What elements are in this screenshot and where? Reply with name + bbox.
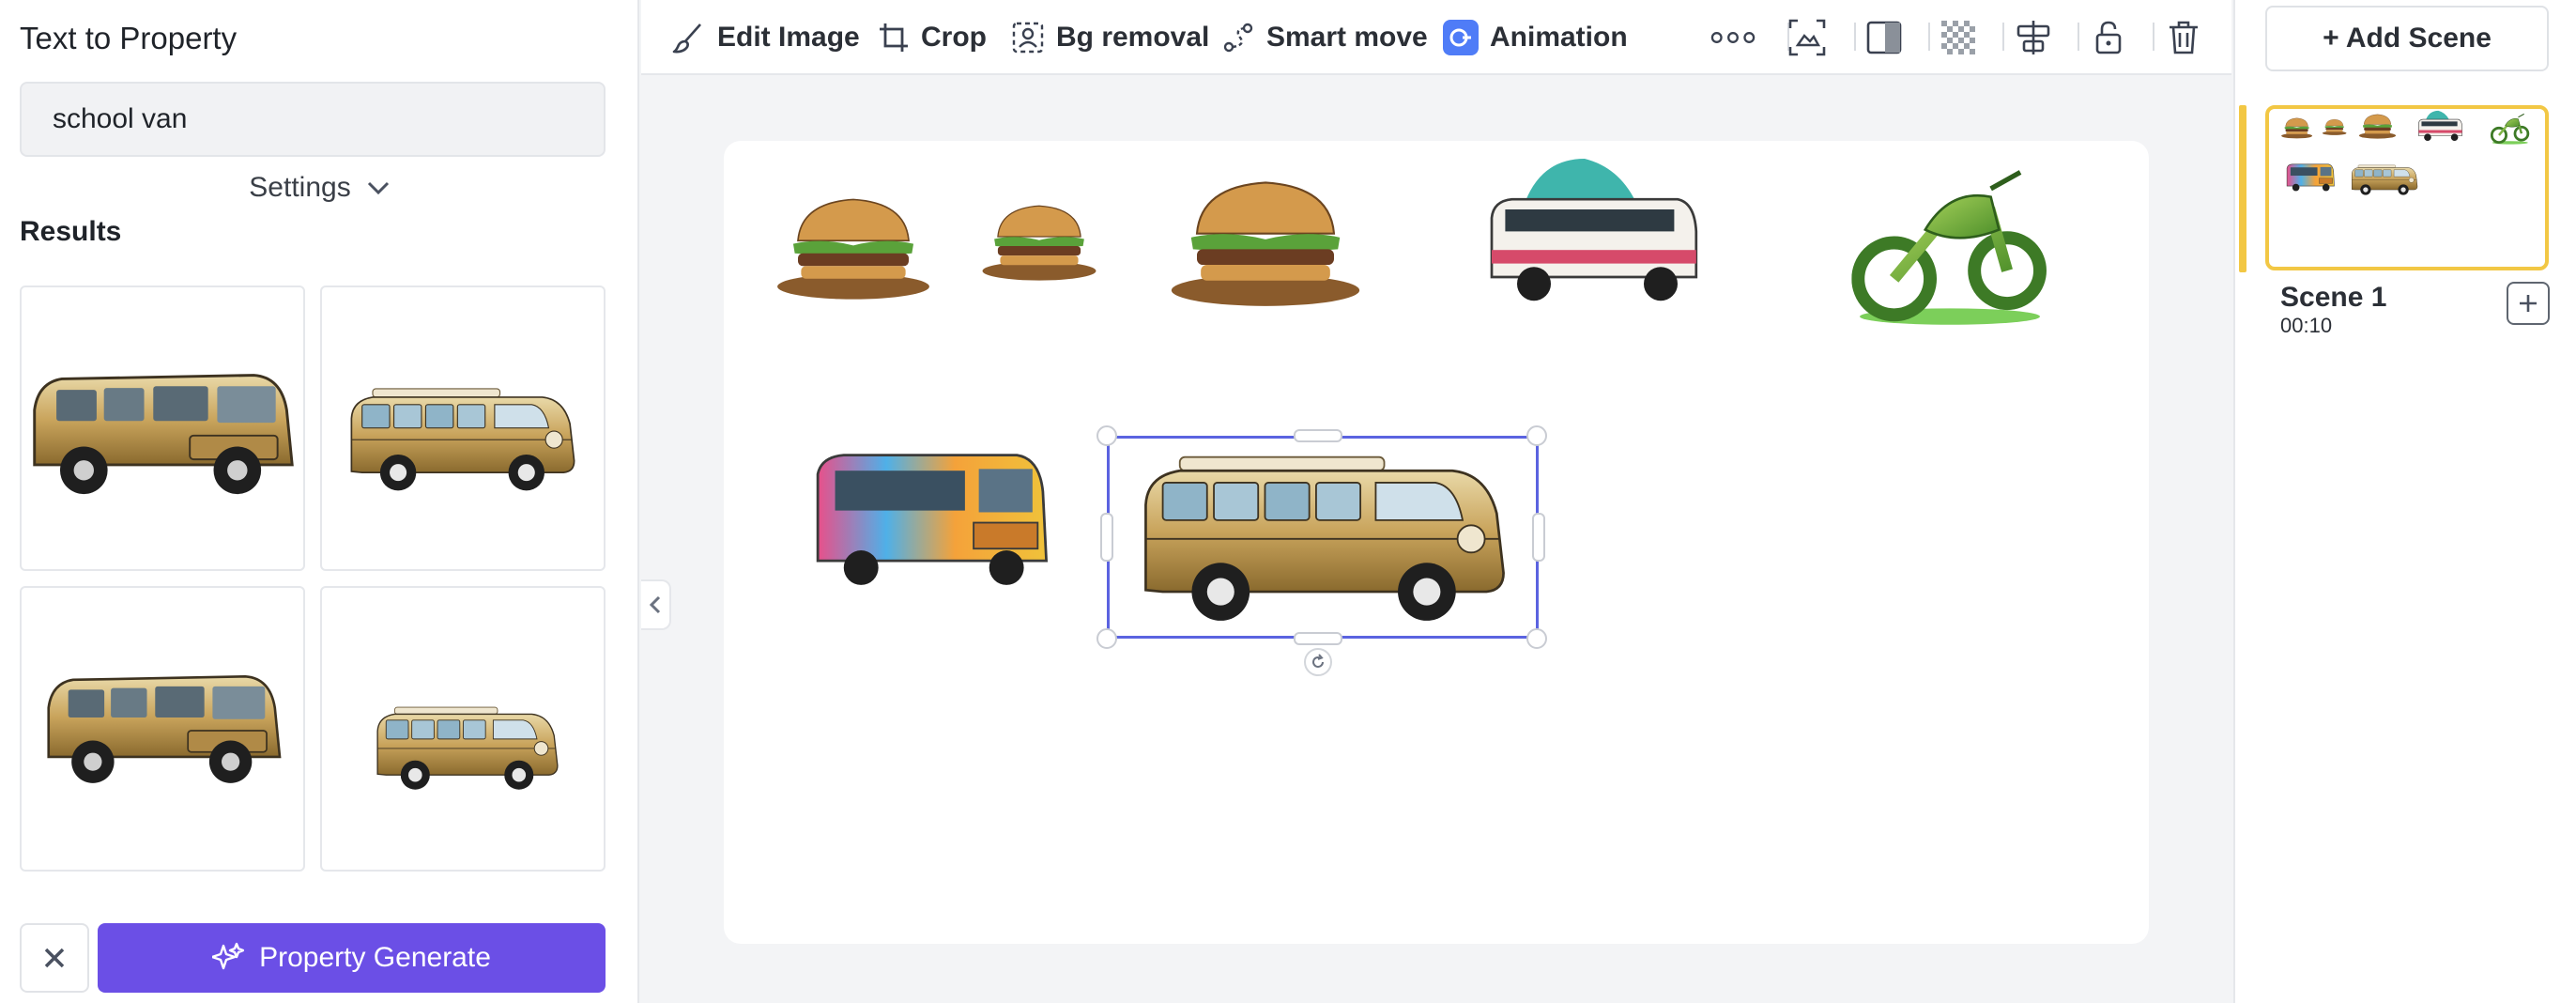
canvas-item-rainbow-bus[interactable] (804, 440, 1057, 595)
property-generate-button[interactable]: Property Generate (98, 923, 606, 993)
toolbar-divider (1854, 23, 1856, 51)
burger-image (980, 180, 1098, 302)
golden-vw-van-small (376, 706, 559, 791)
canvas-item-burger-3[interactable] (1164, 173, 1367, 310)
resize-handle-top[interactable] (1294, 429, 1342, 442)
lock-button[interactable] (2086, 15, 2131, 60)
motorcycle-image (1849, 156, 2050, 336)
rotate-icon (1312, 654, 1324, 668)
golden-vw-van-side-view (350, 388, 575, 492)
chevron-left-icon (649, 595, 661, 614)
chevron-down-icon (367, 181, 389, 195)
canvas-item-teal-bus[interactable] (1470, 150, 1716, 319)
generate-label: Property Generate (259, 942, 491, 973)
brush-icon (672, 23, 701, 54)
animation-label: Animation (1490, 22, 1628, 53)
resize-handle-top-right[interactable] (1526, 425, 1547, 446)
scene-duration: 00:10 (2280, 314, 2333, 337)
unlock-icon (2095, 21, 2122, 54)
more-icon (1710, 32, 1756, 43)
bg-removal-label: Bg removal (1056, 22, 1210, 53)
fit-image-button[interactable] (1785, 15, 1830, 60)
transparency-button[interactable] (1936, 15, 1981, 60)
resize-handle-bottom[interactable] (1294, 632, 1342, 645)
selection-box[interactable] (1107, 436, 1539, 639)
more-options-button[interactable] (1710, 15, 1756, 60)
plus-icon (2520, 295, 2537, 312)
transparency-icon (1941, 21, 1975, 54)
settings-toggle[interactable]: Settings (0, 169, 639, 207)
golden-minivan-view (47, 674, 282, 785)
bg-removal-button[interactable]: Bg removal (1011, 17, 1209, 58)
results-heading: Results (20, 216, 122, 247)
result-card-2[interactable] (320, 285, 606, 571)
result-card-4[interactable] (320, 586, 606, 872)
scene-thumbnail[interactable] (2265, 105, 2549, 270)
trash-icon (2170, 21, 2198, 54)
toolbar-divider (2002, 23, 2004, 51)
align-center-icon (2016, 21, 2050, 54)
result-card-3[interactable] (20, 586, 305, 872)
delete-button[interactable] (2161, 15, 2206, 60)
crop-label: Crop (921, 22, 987, 53)
resize-handle-top-left[interactable] (1096, 425, 1117, 446)
rainbow-bus-image (804, 440, 1057, 595)
close-icon (44, 948, 65, 968)
editor-toolbar: Edit Image Crop Bg removal Smart move An… (641, 0, 2231, 75)
animation-icon (1443, 20, 1479, 55)
resize-handle-bottom-right[interactable] (1526, 628, 1547, 649)
edit-image-label: Edit Image (717, 22, 860, 53)
close-button[interactable] (20, 923, 89, 993)
toolbar-divider (2078, 23, 2079, 51)
scene-preview (2280, 110, 2530, 195)
burger-image (772, 192, 935, 302)
resize-handle-left[interactable] (1100, 513, 1113, 562)
fit-image-icon (1788, 19, 1826, 56)
resize-handle-right[interactable] (1532, 513, 1545, 562)
toolbar-divider (2153, 23, 2154, 51)
align-button[interactable] (2011, 15, 2056, 60)
crop-icon (880, 23, 908, 52)
toolbar-divider (1928, 23, 1930, 51)
edit-image-button[interactable]: Edit Image (672, 17, 860, 58)
split-button[interactable] (1862, 15, 1907, 60)
school-bus-image (1470, 150, 1716, 319)
canvas-item-motorcycle[interactable] (1849, 156, 2050, 336)
canvas-item-burger-2[interactable] (980, 180, 1098, 302)
smart-move-label: Smart move (1266, 22, 1428, 53)
scenes-panel: + Add Scene Scene 1 00:10 (2233, 0, 2576, 1003)
active-scene-indicator (2239, 105, 2246, 272)
smart-move-button[interactable]: Smart move (1221, 17, 1428, 58)
rotate-handle[interactable] (1304, 648, 1332, 676)
canvas-item-burger-1[interactable] (772, 192, 935, 302)
burger-image (1164, 173, 1367, 310)
add-scene-button[interactable]: + Add Scene (2265, 6, 2549, 71)
split-icon (1866, 21, 1902, 54)
panel-title: Text to Property (20, 21, 238, 55)
add-to-scene-button[interactable] (2507, 282, 2550, 325)
settings-label: Settings (249, 172, 351, 203)
smart-move-icon (1223, 23, 1253, 53)
text-to-property-panel: Text to Property school van Settings Res… (0, 0, 639, 1003)
result-card-1[interactable] (20, 285, 305, 571)
collapse-panel-handle[interactable] (641, 579, 671, 630)
animation-button[interactable]: Animation (1443, 17, 1628, 58)
bg-removal-icon (1012, 22, 1044, 54)
resize-handle-bottom-left[interactable] (1096, 628, 1117, 649)
scene-name: Scene 1 (2280, 282, 2387, 313)
golden-van-front-view (33, 374, 294, 496)
sparkle-icon (212, 942, 245, 970)
prompt-input[interactable]: school van (20, 82, 606, 157)
crop-button[interactable]: Crop (878, 17, 987, 58)
